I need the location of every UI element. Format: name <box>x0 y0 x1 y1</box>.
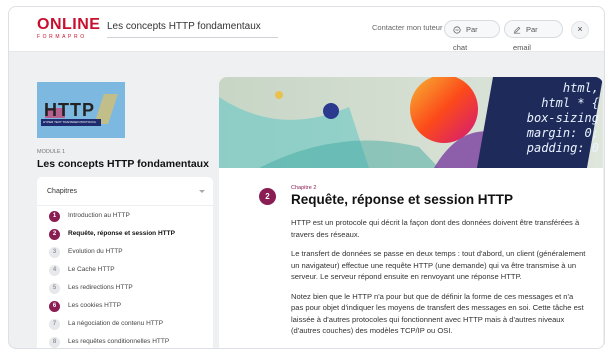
top-header: ONLINE FORMAPRO Les concepts HTTP fondam… <box>9 7 604 52</box>
chapter-title: Requête, réponse et session HTTP <box>291 192 514 207</box>
paragraph: Notez bien que le HTTP n'a pour but que … <box>291 291 584 336</box>
thumbnail-title: HTTP <box>44 100 95 120</box>
email-button[interactable]: Par email <box>504 20 563 52</box>
close-button[interactable]: × <box>571 21 589 39</box>
module-label: MODULE 1 <box>37 149 66 155</box>
chat-bubble-icon <box>453 26 461 34</box>
chapter-label: Les cookies HTTP <box>68 302 122 309</box>
chapter-label: Evolution du HTTP <box>68 248 123 255</box>
chapter-number-badge: 2 <box>259 188 276 205</box>
chapter-badge: 7 <box>49 319 60 330</box>
chapter-label: La négociation de contenu HTTP <box>68 320 164 327</box>
course-title-field[interactable]: Les concepts HTTP fondamentaux <box>107 19 278 38</box>
chapter-label: Introduction au HTTP <box>68 212 130 219</box>
chapter-content: html, html * { box-sizing margin: 0; pad… <box>219 77 603 348</box>
paragraph: Le transfert de données se passe en deux… <box>291 249 586 281</box>
banner-code-snippet: html, html * { box-sizing margin: 0; pad… <box>526 81 599 155</box>
paragraph: HTTP est un protocole qui décrit la faço… <box>291 218 580 239</box>
chapter-badge: 6 <box>49 301 60 312</box>
chapter-badge: 2 <box>49 229 60 240</box>
chapter-badge: 4 <box>49 265 60 276</box>
logo-subtext: FORMAPRO <box>37 34 87 40</box>
chat-button[interactable]: Par chat <box>444 20 500 52</box>
chapter-badge: 5 <box>49 283 60 294</box>
chapter-badge: 1 <box>49 211 60 222</box>
chapters-panel: Chapitres 1 Introduction au HTTP 2 Requê… <box>37 177 213 348</box>
chapter-label: Les requêtes conditionnelles HTTP <box>68 338 170 345</box>
chapter-label: Les redirections HTTP <box>68 284 133 291</box>
chapter-body: HTTP est un protocole qui décrit la faço… <box>291 217 587 345</box>
thumbnail-subtitle: HYPER TEXT TRANSFER PROTOCOL <box>43 120 97 124</box>
logo[interactable]: ONLINE FORMAPRO <box>37 17 100 40</box>
chevron-down-icon[interactable] <box>199 190 205 193</box>
close-icon: × <box>577 24 583 34</box>
chapter-banner-image: html, html * { box-sizing margin: 0; pad… <box>219 77 603 168</box>
logo-text: ONLINE <box>37 16 101 33</box>
chapter-label: Le Cache HTTP <box>68 266 115 273</box>
chapter-kicker: Chapitre 2 <box>291 185 317 191</box>
module-thumbnail: HTTP HYPER TEXT TRANSFER PROTOCOL <box>37 82 125 138</box>
pencil-icon <box>513 26 521 34</box>
chapter-label: Requête, réponse et session HTTP <box>68 230 175 237</box>
chapter-badge: 8 <box>49 337 60 348</box>
app-window: ONLINE FORMAPRO Les concepts HTTP fondam… <box>8 6 605 349</box>
chapters-heading[interactable]: Chapitres <box>47 188 77 195</box>
module-title: Les concepts HTTP fondamentaux <box>37 158 209 170</box>
chapter-badge: 3 <box>49 247 60 258</box>
tutor-contact-label: Contacter mon tuteur : <box>372 23 447 32</box>
